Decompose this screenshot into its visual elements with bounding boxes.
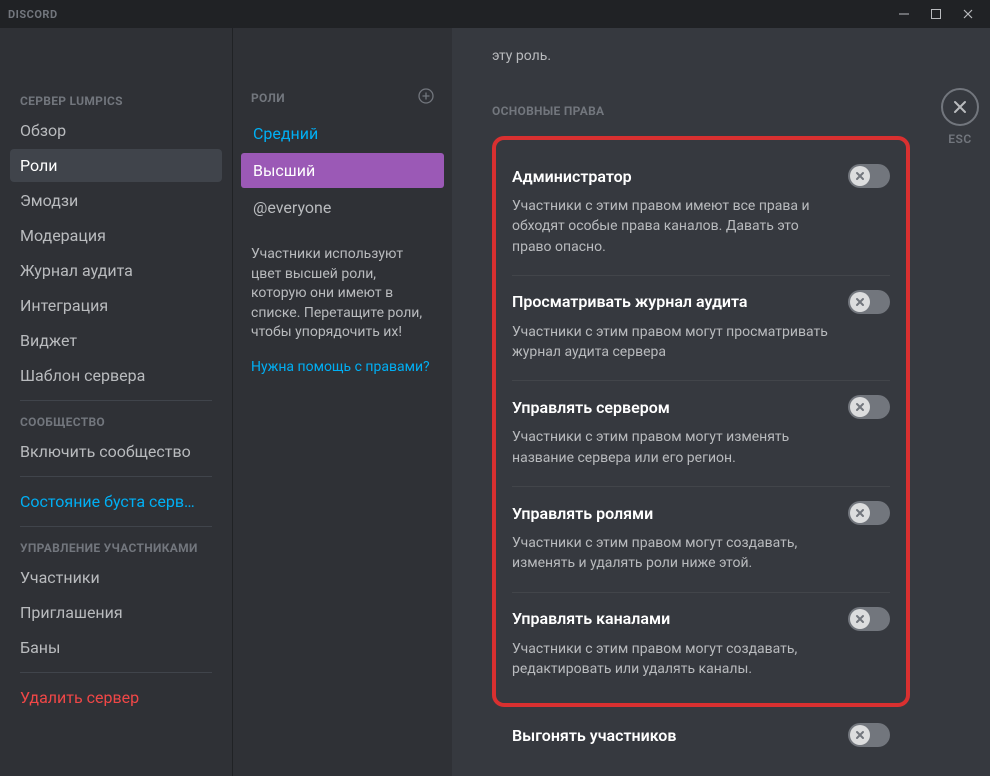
sidebar-item-roles[interactable]: Роли <box>10 149 222 182</box>
permission-toggle[interactable] <box>848 395 890 419</box>
sidebar-item-integrations[interactable]: Интеграция <box>10 289 222 322</box>
close-label: ESC <box>930 132 990 146</box>
permission-toggle[interactable] <box>848 607 890 631</box>
titlebar: DISCORD <box>0 0 990 28</box>
permission-description: Участники с этим правом могут создавать,… <box>512 533 890 574</box>
sidebar-item-widget[interactable]: Виджет <box>10 324 222 357</box>
toggle-knob-off-icon <box>850 397 870 417</box>
app-name: DISCORD <box>8 8 58 21</box>
roles-list-column: РОЛИ Средний Высший @everyone Участники … <box>232 28 452 776</box>
settings-sidebar: СЕРВЕР LUMPICS Обзор Роли Эмодзи Модерац… <box>0 28 232 776</box>
maximize-button[interactable] <box>922 3 950 25</box>
sidebar-item-template[interactable]: Шаблон сервера <box>10 359 222 392</box>
sidebar-item-boost-status[interactable]: Состояние буста серв… <box>10 485 222 518</box>
toggle-knob-off-icon <box>850 725 870 745</box>
permission-title: Управлять ролями <box>512 504 653 523</box>
permission-administrator: Администратор Участники с этим правом им… <box>512 150 890 276</box>
role-item-medium[interactable]: Средний <box>241 116 444 151</box>
permission-description: Участники с этим правом могут создавать,… <box>512 639 890 680</box>
toggle-knob-off-icon <box>850 292 870 312</box>
add-role-button[interactable] <box>418 88 434 108</box>
sidebar-item-moderation[interactable]: Модерация <box>10 219 222 252</box>
roles-help-link[interactable]: Нужна помощь с правами? <box>241 353 444 381</box>
permission-toggle[interactable] <box>848 723 890 747</box>
role-item-everyone[interactable]: @everyone <box>241 190 444 225</box>
toggle-knob-off-icon <box>850 609 870 629</box>
permission-description: Участники с этим правом имеют все права … <box>512 196 890 257</box>
roles-header-title: РОЛИ <box>251 91 285 105</box>
permission-title: Администратор <box>512 167 632 186</box>
permission-title: Управлять сервером <box>512 398 670 417</box>
server-section-header: СЕРВЕР LUMPICS <box>10 88 222 114</box>
permission-toggle[interactable] <box>848 290 890 314</box>
toggle-knob-off-icon <box>850 503 870 523</box>
permission-view-audit-log: Просматривать журнал аудита Участники с … <box>512 276 890 382</box>
permission-manage-server: Управлять сервером Участники с этим прав… <box>512 381 890 487</box>
permission-manage-channels: Управлять каналами Участники с этим прав… <box>512 593 890 698</box>
permission-kick-members: Выгонять участников <box>492 707 910 747</box>
permission-title: Выгонять участников <box>512 726 676 745</box>
sidebar-item-enable-community[interactable]: Включить сообщество <box>10 435 222 468</box>
main-content: эту роль. ОСНОВНЫЕ ПРАВА Администратор У… <box>452 28 930 776</box>
permission-manage-roles: Управлять ролями Участники с этим правом… <box>512 487 890 593</box>
window-controls <box>890 3 982 25</box>
permission-title: Просматривать журнал аудита <box>512 292 748 311</box>
sidebar-item-audit-log[interactable]: Журнал аудита <box>10 254 222 287</box>
app-body: СЕРВЕР LUMPICS Обзор Роли Эмодзи Модерац… <box>0 28 990 776</box>
sidebar-item-members[interactable]: Участники <box>10 561 222 594</box>
permission-toggle[interactable] <box>848 501 890 525</box>
divider <box>20 400 212 401</box>
close-settings-button[interactable] <box>941 88 979 126</box>
sidebar-item-bans[interactable]: Баны <box>10 631 222 664</box>
sidebar-item-emoji[interactable]: Эмодзи <box>10 184 222 217</box>
divider <box>20 526 212 527</box>
members-section-header: УПРАВЛЕНИЕ УЧАСТНИКАМИ <box>10 535 222 561</box>
divider <box>20 672 212 673</box>
general-permissions-header: ОСНОВНЫЕ ПРАВА <box>492 104 910 118</box>
permission-description: Участники с этим правом могут изменять н… <box>512 427 890 468</box>
permissions-highlight-box: Администратор Участники с этим правом им… <box>492 136 910 707</box>
sidebar-item-invites[interactable]: Приглашения <box>10 596 222 629</box>
roles-hint-text: Участники используют цвет высшей роли, к… <box>241 227 444 353</box>
main-wrap: эту роль. ОСНОВНЫЕ ПРАВА Администратор У… <box>452 28 990 776</box>
permission-toggle[interactable] <box>848 164 890 188</box>
roles-header: РОЛИ <box>241 88 444 116</box>
permission-title: Управлять каналами <box>512 609 670 628</box>
minimize-button[interactable] <box>890 3 918 25</box>
permission-description: Участники с этим правом могут просматрив… <box>512 322 890 363</box>
close-column: ESC <box>930 28 990 776</box>
sidebar-item-delete-server[interactable]: Удалить сервер <box>10 681 222 714</box>
divider <box>20 476 212 477</box>
community-section-header: СООБЩЕСТВО <box>10 409 222 435</box>
role-item-high[interactable]: Высший <box>241 153 444 188</box>
toggle-knob-off-icon <box>850 166 870 186</box>
truncated-top-text: эту роль. <box>492 48 910 64</box>
close-window-button[interactable] <box>954 3 982 25</box>
sidebar-item-overview[interactable]: Обзор <box>10 114 222 147</box>
